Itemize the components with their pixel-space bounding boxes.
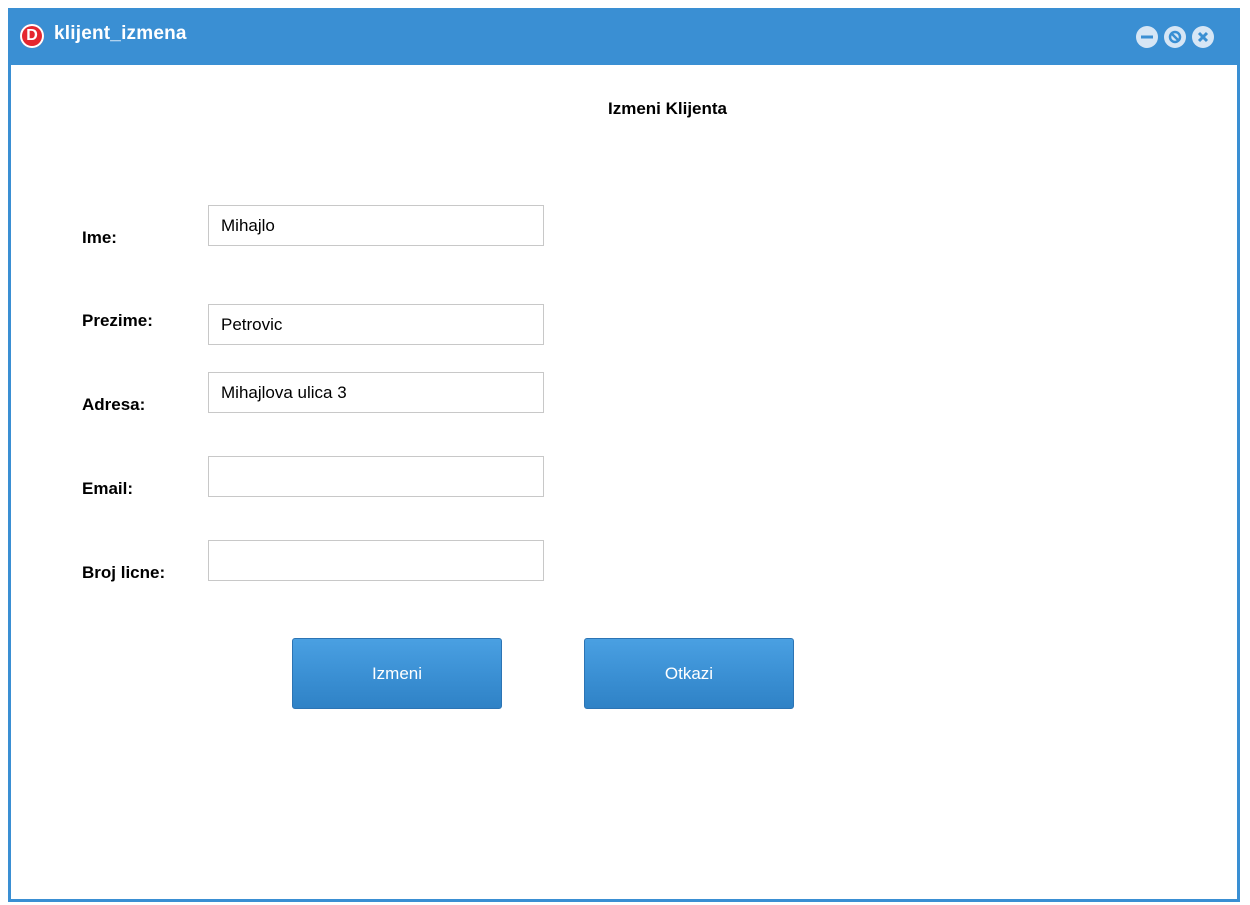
maximize-button[interactable] bbox=[1164, 26, 1186, 48]
form-heading: Izmeni Klijenta bbox=[607, 99, 728, 118]
ime-label: Ime: bbox=[82, 228, 117, 247]
izmeni-button[interactable]: Izmeni bbox=[292, 638, 502, 709]
prezime-label: Prezime: bbox=[82, 311, 153, 330]
window-title: klijent_izmena bbox=[54, 23, 187, 44]
email-label: Email: bbox=[82, 479, 134, 498]
close-button[interactable] bbox=[1192, 26, 1214, 48]
title-bar[interactable]: D klijent_izmena bbox=[8, 8, 1240, 65]
minimize-icon bbox=[1141, 35, 1153, 39]
otkazi-button[interactable]: Otkazi bbox=[584, 638, 794, 709]
app-logo-icon: D bbox=[20, 24, 44, 48]
broj-licne-input[interactable] bbox=[208, 540, 544, 581]
adresa-input[interactable] bbox=[208, 372, 544, 413]
ime-input[interactable] bbox=[208, 205, 544, 246]
minimize-button[interactable] bbox=[1136, 26, 1158, 48]
close-icon bbox=[1197, 31, 1209, 43]
broj-licne-label: Broj licne: bbox=[82, 563, 166, 582]
adresa-label: Adresa: bbox=[82, 395, 146, 414]
maximize-icon bbox=[1168, 30, 1182, 44]
email-input[interactable] bbox=[208, 456, 544, 497]
app-window bbox=[8, 8, 1240, 902]
prezime-input[interactable] bbox=[208, 304, 544, 345]
